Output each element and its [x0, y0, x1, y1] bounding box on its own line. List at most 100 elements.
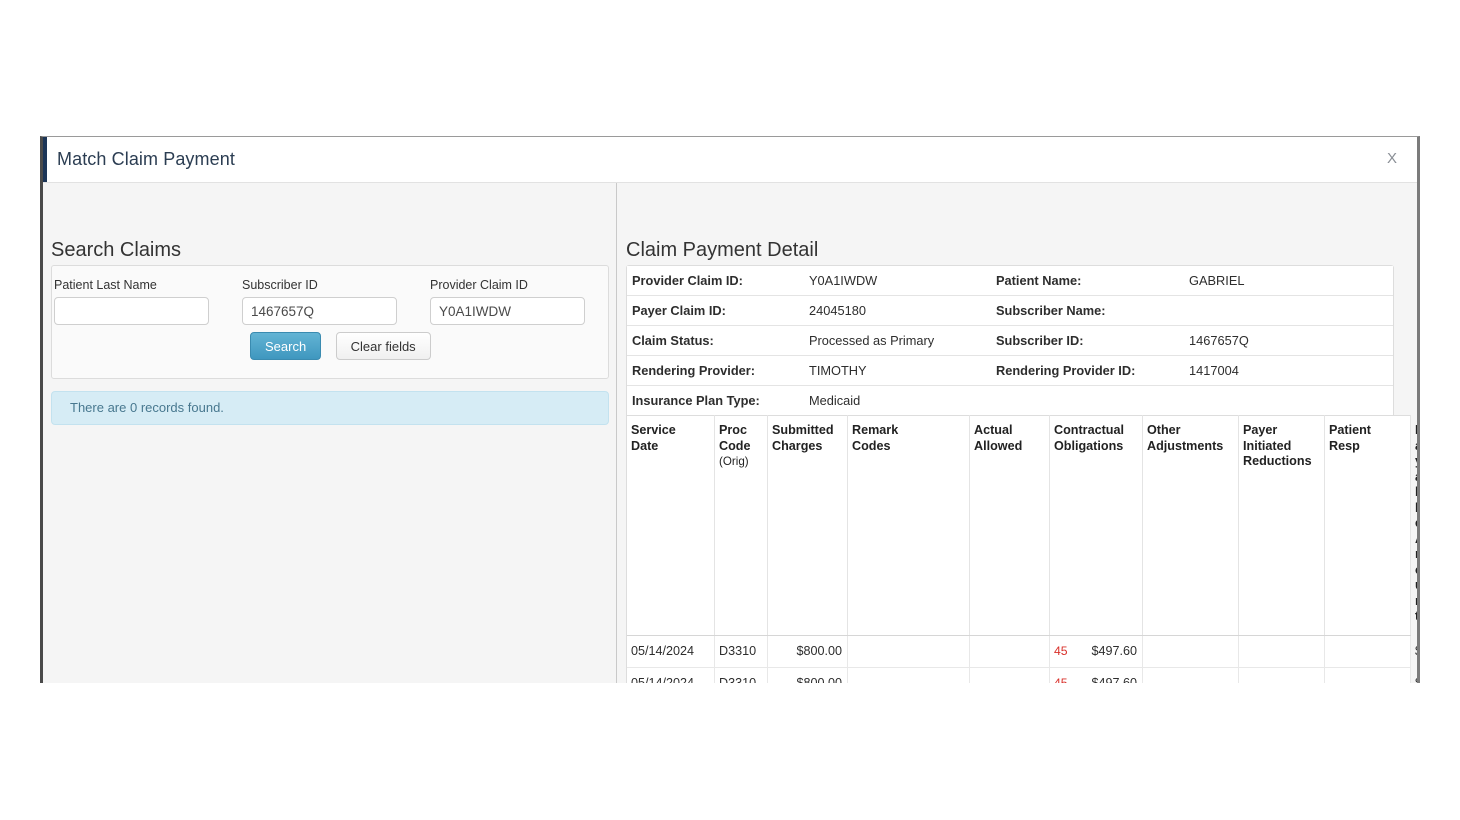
cell-payer-initiated-reductions — [1238, 667, 1325, 683]
subscriber-name-label: Subscriber Name: — [991, 295, 1184, 326]
subscriber-id-field-group: Subscriber ID — [242, 278, 397, 325]
col-service-date: Service Date — [627, 415, 715, 636]
col-actual-allowed-l1: Actual — [974, 423, 1013, 437]
col-contractual-obligations-l1: Contractual — [1054, 423, 1124, 437]
search-form: Patient Last Name Subscriber ID Provider… — [51, 265, 609, 379]
info-row: Provider Claim ID: Y0A1IWDW Patient Name… — [627, 266, 1393, 296]
service-lines-table: Service Date Proc Code (Orig) Submitted — [627, 415, 1417, 683]
patient-last-name-label: Patient Last Name — [54, 278, 157, 292]
claim-status-label: Claim Status: — [627, 325, 804, 356]
col-actual-allowed-l2: Allowed — [974, 438, 1023, 453]
patient-last-name-input[interactable] — [54, 297, 209, 325]
subscriber-id-label: Subscriber ID — [242, 278, 318, 292]
cell-patient-resp — [1324, 635, 1411, 668]
payer-claim-id-value: 24045180 — [804, 295, 991, 326]
provider-claim-id-label: Provider Claim ID: — [627, 266, 804, 296]
col-proc-code: Proc Code (Orig) — [714, 415, 768, 636]
search-result-message: There are 0 records found. — [51, 391, 609, 425]
rendering-provider-id-label: Rendering Provider ID: — [991, 355, 1184, 386]
info-row: Claim Status: Processed as Primary Subsc… — [627, 325, 1393, 356]
provider-claim-id-value: Y0A1IWDW — [804, 266, 991, 296]
col-contractual-obligations-l2: Obligations — [1054, 438, 1124, 453]
col-actual-allowed: Actual Allowed — [969, 415, 1050, 636]
cell-contractual-obligations: 45 $497.60 — [1049, 635, 1143, 668]
match-claim-payment-dialog: Match Claim Payment X Search Claims Pati… — [40, 136, 1420, 683]
search-claims-panel: Search Claims Patient Last Name Subscrib… — [43, 183, 617, 683]
col-submitted-charges: Submitted Charges — [767, 415, 848, 636]
cell-submitted-charges: $800.00 — [767, 667, 848, 683]
col-payable-amount-l1: Payable — [1415, 423, 1419, 530]
patient-last-name-field-group: Patient Last Name — [54, 278, 209, 325]
col-proc-code-l3: (Orig) — [719, 455, 749, 468]
info-row: Insurance Plan Type: Medicaid — [627, 386, 1393, 416]
cell-proc-code: D3310 — [714, 667, 768, 683]
subscriber-id-value: 1467657Q — [1184, 325, 1393, 356]
cell-remark-codes — [847, 635, 970, 668]
table-header-row: Service Date Proc Code (Orig) Submitted — [627, 415, 1417, 636]
col-other-adjustments-l2: Adjustments — [1147, 438, 1224, 453]
info-empty-label — [991, 386, 1184, 416]
subscriber-name-value — [1184, 295, 1393, 326]
col-contractual-obligations: Contractual Obligations — [1049, 415, 1143, 636]
close-icon[interactable]: X — [1387, 150, 1397, 168]
rendering-provider-id-value: 1417004 — [1184, 355, 1393, 386]
col-service-date-l2: Date — [631, 438, 659, 453]
col-payable-amount-l2: Amount — [1415, 532, 1420, 624]
col-proc-code-l2: Code — [719, 438, 751, 453]
search-claims-heading: Search Claims — [51, 239, 182, 261]
cell-service-date: 05/14/2024 — [627, 667, 715, 683]
cell-actual-allowed — [969, 667, 1050, 683]
search-actions: Search Clear fields — [250, 332, 431, 360]
cell-other-adjustments — [1142, 667, 1239, 683]
col-payer-initiated-reductions-l2: Initiated — [1243, 438, 1292, 453]
insurance-plan-type-label: Insurance Plan Type: — [632, 392, 760, 408]
table-row: 05/14/2024 D3310 $800.00 45$497.60 $302.… — [627, 635, 1417, 668]
provider-claim-id-input[interactable] — [430, 297, 585, 325]
payer-claim-id-label: Payer Claim ID: — [627, 295, 804, 326]
cell-submitted-charges: $800.00 — [767, 635, 848, 668]
cell-contractual-obligations: 45 $497.60 — [1049, 667, 1143, 683]
subscriber-id-input[interactable] — [242, 297, 397, 325]
col-patient-resp-l1: Patient — [1329, 423, 1371, 437]
cell-patient-resp — [1324, 667, 1411, 683]
dialog-title-bar: Match Claim Payment X — [43, 137, 1417, 183]
patient-name-value: GABRIEL — [1184, 266, 1393, 296]
provider-claim-id-label: Provider Claim ID — [430, 278, 528, 292]
col-proc-code-l1: Proc — [719, 423, 747, 437]
dialog-title: Match Claim Payment — [57, 149, 235, 169]
col-patient-resp: Patient Resp — [1324, 415, 1411, 636]
claim-detail-card: Provider Claim ID: Y0A1IWDW Patient Name… — [626, 265, 1417, 683]
adjustment-code: 45 — [1054, 644, 1068, 658]
rendering-provider-label: Rendering Provider: — [627, 355, 804, 386]
cell-other-adjustments — [1142, 635, 1239, 668]
col-patient-resp-l2: Resp — [1329, 438, 1360, 453]
cell-proc-code: D3310 — [714, 635, 768, 668]
col-other-adjustments: Other Adjustments — [1142, 415, 1239, 636]
clear-fields-button[interactable]: Clear fields — [335, 332, 431, 360]
cell-payer-initiated-reductions — [1238, 635, 1325, 668]
info-row: Rendering Provider: TIMOTHY Rendering Pr… — [627, 355, 1393, 386]
col-remark-codes: Remark Codes — [847, 415, 970, 636]
col-payer-initiated-reductions-l3: Reductions — [1243, 454, 1312, 468]
search-button[interactable]: Search — [250, 332, 322, 360]
adjustment-code: 45 — [1054, 676, 1068, 683]
info-empty-value — [1184, 386, 1393, 416]
claim-payment-detail-panel: Claim Payment Detail Provider Claim ID: … — [618, 183, 1417, 683]
insurance-plan-type-value: Medicaid — [809, 392, 861, 408]
subscriber-id-label: Subscriber ID: — [991, 325, 1184, 356]
col-submitted-charges-l1: Submitted — [772, 423, 834, 437]
col-remark-codes-l2: Codes — [852, 438, 891, 453]
dialog-body: Search Claims Patient Last Name Subscrib… — [43, 183, 1417, 683]
col-other-adjustments-l1: Other — [1147, 423, 1181, 437]
service-lines-body: 05/14/2024 D3310 $800.00 45$497.60 $302.… — [627, 635, 1417, 683]
patient-name-label: Patient Name: — [991, 266, 1184, 296]
cell-contractual-obligations-amount: $497.60 — [1091, 676, 1137, 683]
info-row: Payer Claim ID: 24045180 Subscriber Name… — [627, 295, 1393, 326]
table-row: 05/14/2024 D3310 $800.00 45$497.60 $302.… — [627, 667, 1417, 683]
col-payer-initiated-reductions: Payer Initiated Reductions — [1238, 415, 1325, 636]
cell-contractual-obligations-amount: $497.60 — [1091, 644, 1137, 658]
cell-remark-codes — [847, 667, 970, 683]
rendering-provider-value: TIMOTHY — [804, 355, 991, 386]
cell-actual-allowed — [969, 635, 1050, 668]
provider-claim-id-field-group: Provider Claim ID — [430, 278, 585, 325]
